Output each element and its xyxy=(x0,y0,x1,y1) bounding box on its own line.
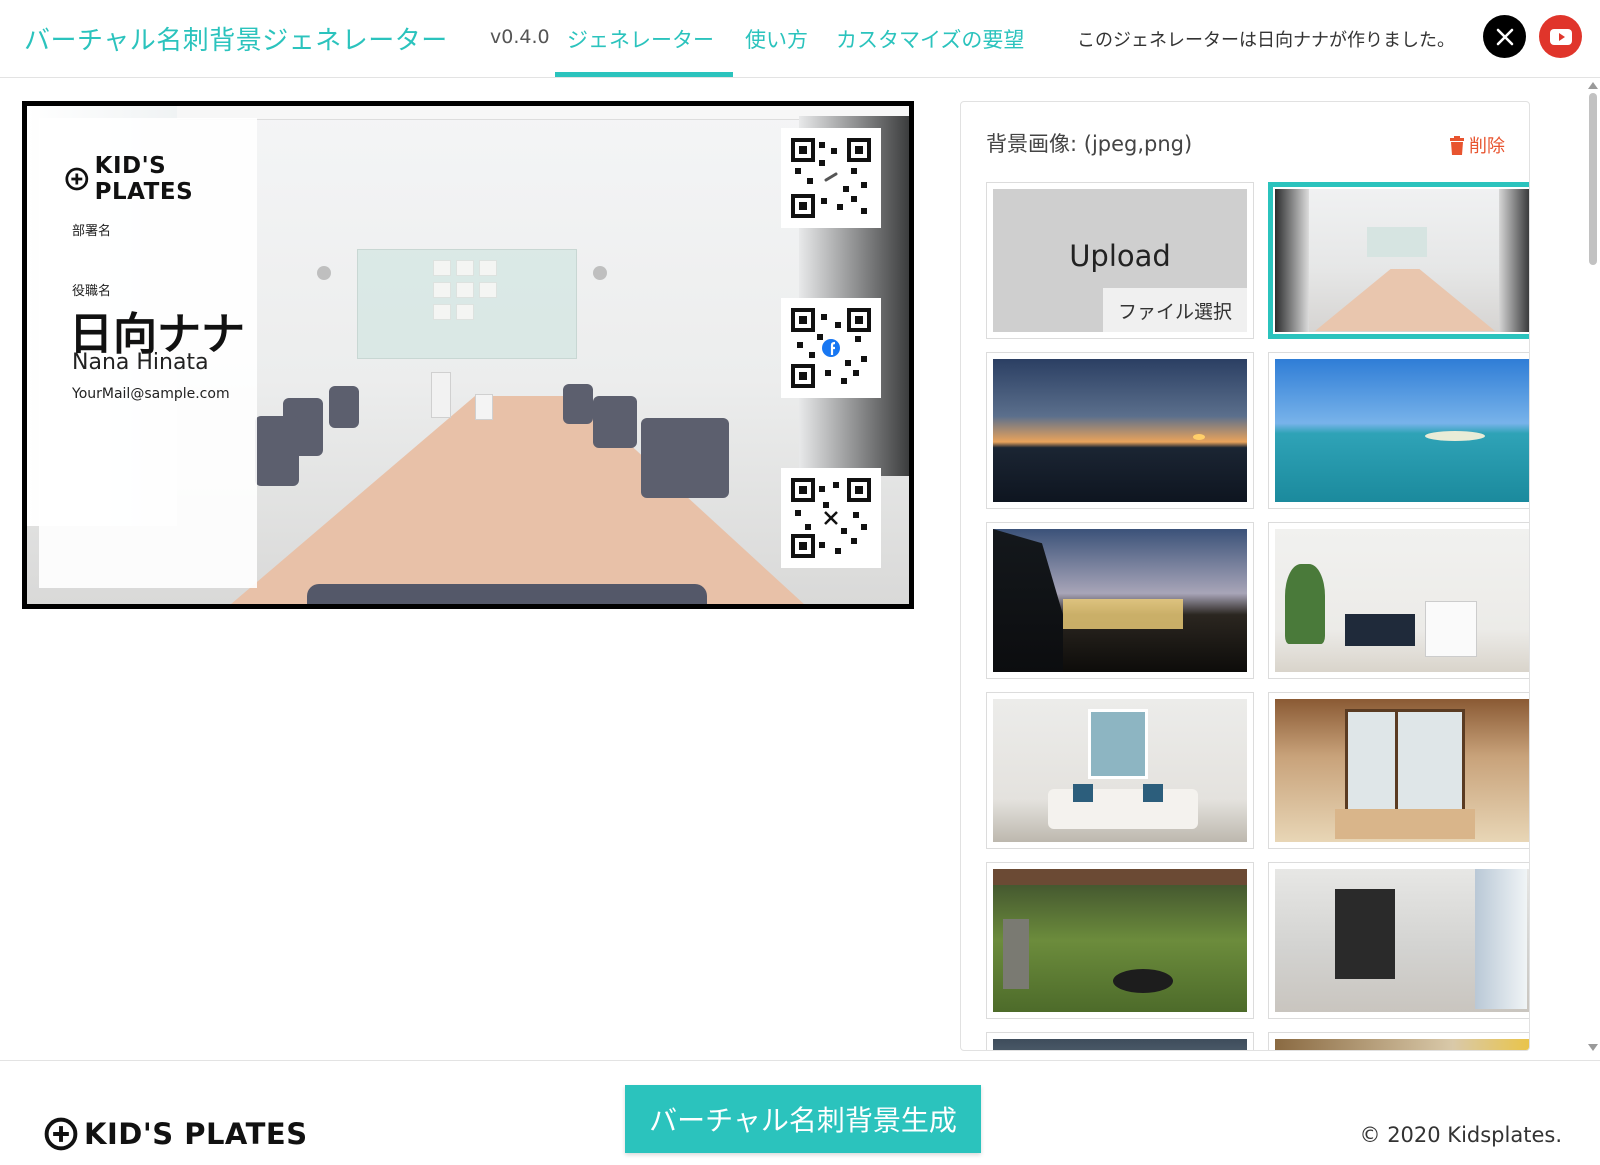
app-title[interactable]: バーチャル名刺背景ジェネレーター xyxy=(24,20,448,57)
scrollbar-thumb[interactable] xyxy=(1589,93,1597,265)
thumbnail-blue-living[interactable] xyxy=(986,692,1254,849)
header: バーチャル名刺背景ジェネレーター v0.4.0 ジェネレーター 使い方 カスタマ… xyxy=(0,0,1600,78)
footer: KID'S PLATES バーチャル名刺背景生成 © 2020 Kidsplat… xyxy=(0,1060,1600,1165)
thumbnail-night-town[interactable] xyxy=(986,522,1254,679)
qr-code-x xyxy=(781,468,881,568)
card-preview: KID'S PLATES 部署名 役職名 日向ナナ Nana Hinata Yo… xyxy=(22,101,914,609)
nav-generator[interactable]: ジェネレーター xyxy=(567,24,714,54)
delete-button[interactable]: 削除 xyxy=(1449,132,1505,158)
scroll-down-arrow[interactable] xyxy=(1588,1044,1598,1051)
upload-thumbnail[interactable]: Upload ファイル選択 xyxy=(986,182,1254,339)
youtube-icon xyxy=(1549,28,1572,45)
scroll-up-arrow[interactable] xyxy=(1588,82,1598,89)
qr-code-link xyxy=(781,128,881,228)
thumbnail-warm-interior[interactable] xyxy=(1268,1032,1529,1050)
version-label: v0.4.0 xyxy=(490,26,550,48)
card-info-panel: KID'S PLATES 部署名 役職名 日向ナナ Nana Hinata Yo… xyxy=(39,118,257,588)
generate-button[interactable]: バーチャル名刺背景生成 xyxy=(625,1085,981,1153)
thumbnail-sunset-sea[interactable] xyxy=(986,352,1254,509)
page-scrollbar[interactable] xyxy=(1586,78,1600,1060)
panel-title: 背景画像: (jpeg,png) xyxy=(986,132,1193,156)
nav-custom-request[interactable]: カスタマイズの要望 xyxy=(836,24,1024,54)
file-select-button[interactable]: ファイル選択 xyxy=(1103,288,1247,332)
thumbnail-office-corridor[interactable] xyxy=(1268,862,1529,1019)
plus-circle-icon xyxy=(44,1117,78,1151)
active-nav-indicator xyxy=(555,72,733,77)
x-icon xyxy=(1496,28,1513,45)
plus-circle-icon xyxy=(65,167,89,191)
credit-text: このジェネレーターは日向ナナが作りました。 xyxy=(1077,30,1455,51)
plant-pot xyxy=(475,394,493,420)
thumbnail-conference-room[interactable] xyxy=(1268,182,1529,339)
role-label: 役職名 xyxy=(72,284,112,299)
department-label: 部署名 xyxy=(72,224,112,239)
pencil-cup xyxy=(431,372,451,418)
youtube-link-button[interactable] xyxy=(1539,15,1582,58)
thumbnail-japanese-garden[interactable] xyxy=(986,862,1254,1019)
qr-code-facebook xyxy=(781,298,881,398)
thumbnail-blue-lagoon[interactable] xyxy=(1268,352,1529,509)
footer-logo: KID'S PLATES xyxy=(44,1117,308,1151)
background-selector-panel: 背景画像: (jpeg,png) 削除 Upload ファイル選択 xyxy=(960,101,1530,1051)
upload-label: Upload xyxy=(1069,239,1171,273)
nav-howto[interactable]: 使い方 xyxy=(745,24,808,54)
name-english: Nana Hinata xyxy=(72,350,209,375)
trash-icon xyxy=(1450,135,1464,155)
copyright-text: © 2020 Kidsplates. xyxy=(1359,1123,1562,1147)
whiteboard xyxy=(357,249,577,359)
card-logo: KID'S PLATES xyxy=(65,153,257,205)
thumbnail-japanese-room[interactable] xyxy=(1268,692,1529,849)
thumbnail-modern-living[interactable] xyxy=(1268,522,1529,679)
delete-label: 削除 xyxy=(1469,136,1505,157)
thumbnail-office-interior[interactable] xyxy=(986,1032,1254,1050)
x-link-button[interactable] xyxy=(1483,15,1526,58)
email-text: YourMail@sample.com xyxy=(72,386,230,402)
